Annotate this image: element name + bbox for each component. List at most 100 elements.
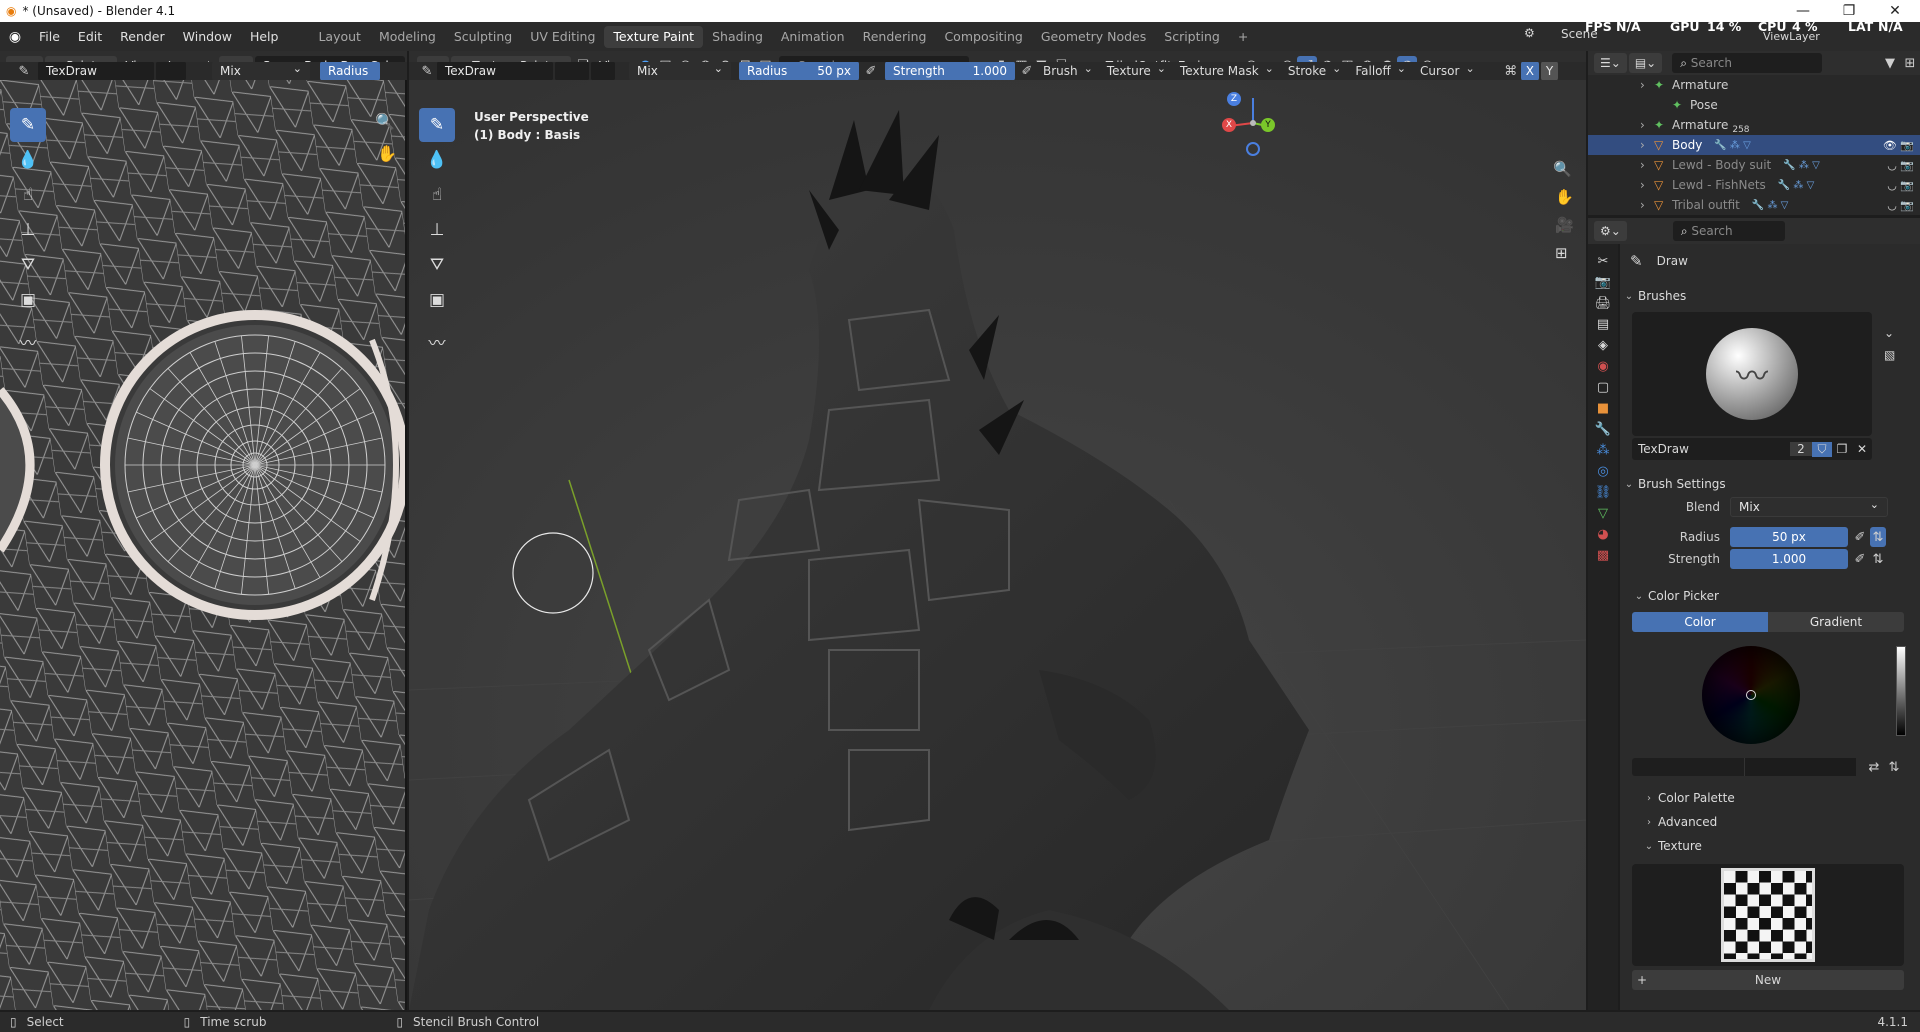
mirror-x-toggle[interactable]: X xyxy=(1520,62,1539,80)
expand-arrow-icon[interactable]: › xyxy=(1640,158,1654,172)
tab-scripting[interactable]: Scripting xyxy=(1155,26,1229,48)
ortho-grid-icon[interactable]: ⊞ xyxy=(1555,244,1568,262)
outliner-editor-type[interactable]: ☰⌄ xyxy=(1594,53,1627,73)
outliner-row[interactable]: › ▽ Lewd - Body suit 🔧 ⁂ ▽ ◡ 📷 xyxy=(1588,155,1920,175)
brush-icon[interactable]: ✎ xyxy=(417,62,437,80)
filter-icon[interactable]: ▼ xyxy=(1880,53,1900,73)
falloff-menu[interactable]: Falloff xyxy=(1349,62,1412,80)
uv-mask-tool[interactable]: ▣ xyxy=(10,283,46,317)
draw-tool[interactable]: ✎ xyxy=(419,108,455,142)
texture-tab-icon[interactable]: ▩ xyxy=(1597,548,1609,563)
tab-shading[interactable]: Shading xyxy=(703,26,772,48)
world-tab-icon[interactable]: ◉ xyxy=(1597,359,1608,374)
radius-pressure-icon[interactable]: ✐ xyxy=(1850,527,1870,547)
gizmo-x-axis[interactable]: X xyxy=(1222,118,1236,132)
brush-user-count[interactable]: 2 xyxy=(1790,442,1812,456)
fake-user-shield-icon[interactable]: ⛉ xyxy=(1812,441,1832,457)
tab-rendering[interactable]: Rendering xyxy=(854,26,936,48)
tab-animation[interactable]: Animation xyxy=(772,26,854,48)
render-tab-icon[interactable]: 📷 xyxy=(1595,275,1611,290)
view-layer-name[interactable]: ViewLayer xyxy=(1763,30,1820,43)
expand-arrow-icon[interactable]: › xyxy=(1640,138,1654,152)
visibility-eye-icon[interactable]: ◡ 📷 xyxy=(1887,159,1914,172)
output-tab-icon[interactable]: 🖨 xyxy=(1595,296,1612,311)
tool-tab-icon[interactable]: ✂ xyxy=(1598,254,1609,269)
scene-tab-icon[interactable]: ◈ xyxy=(1598,338,1608,353)
gradient-tab[interactable]: Gradient xyxy=(1768,612,1904,632)
tab-compositing[interactable]: Compositing xyxy=(935,26,1031,48)
hand-icon[interactable]: ✋ xyxy=(1555,188,1574,206)
brush-datablock-name[interactable]: TexDraw xyxy=(1632,442,1790,456)
data-tab-icon[interactable]: ▽ xyxy=(1598,506,1608,521)
secondary-color-swatch[interactable] xyxy=(1744,758,1856,776)
modifier-icons[interactable]: 🔧 ⁂ ▽ xyxy=(1783,160,1820,171)
outliner-row[interactable]: › ▽ Tribal outfit 🔧 ⁂ ▽ ◡ 📷 xyxy=(1588,195,1920,215)
advanced-section-header[interactable]: › Advanced xyxy=(1620,810,1920,834)
radius-unit-icon[interactable]: ⇅ xyxy=(1870,527,1886,547)
viewport-scene[interactable] xyxy=(409,80,1586,1010)
texture-menu[interactable]: Texture xyxy=(1101,62,1172,80)
tab-uv-editing[interactable]: UV Editing xyxy=(521,26,604,48)
texture-preview[interactable] xyxy=(1632,864,1904,966)
strength-pressure-icon[interactable]: ✐ xyxy=(1850,549,1870,569)
visibility-eye-icon[interactable]: 👁 📷 xyxy=(1883,139,1914,152)
brush-settings-section-header[interactable]: ⌄ Brush Settings xyxy=(1620,472,1920,496)
brush-menu[interactable]: Brush xyxy=(1037,62,1099,80)
modifier-icons[interactable]: 🔧 ⁂ ▽ xyxy=(1714,140,1751,151)
object-tab-icon[interactable]: ■ xyxy=(1597,401,1609,416)
modifier-icons[interactable]: 🔧 ⁂ ▽ xyxy=(1752,200,1789,211)
mask-tool[interactable]: ▣ xyxy=(419,283,455,317)
uv-soften-tool[interactable]: 💧 xyxy=(10,143,46,177)
brush-icon[interactable]: ✎ xyxy=(14,62,34,80)
properties-search-input[interactable]: ⌕ Search xyxy=(1672,221,1785,241)
visibility-eye-icon[interactable]: ◡ 📷 xyxy=(1887,199,1914,212)
texture-mask-menu[interactable]: Texture Mask xyxy=(1174,62,1280,80)
menu-help[interactable]: Help xyxy=(241,26,288,48)
uv-color-swatch[interactable] xyxy=(156,62,186,80)
uv-fill-tool[interactable]: ⛛ xyxy=(10,248,46,282)
strength-unit-icon[interactable]: ⇅ xyxy=(1870,549,1886,569)
radius-field[interactable]: Radius 50 px xyxy=(739,62,859,80)
cursor-menu[interactable]: Cursor xyxy=(1414,62,1481,80)
mirror-y-toggle[interactable]: Y xyxy=(1540,62,1559,80)
mirror-icon[interactable]: ⌘ xyxy=(1501,62,1521,80)
modifier-icons[interactable]: 🔧 ⁂ ▽ xyxy=(1778,180,1815,191)
outliner-row[interactable]: › ▽ Lewd - FishNets 🔧 ⁂ ▽ ◡ 📷 xyxy=(1588,175,1920,195)
pressure-icon[interactable]: ✐ xyxy=(861,62,881,80)
uv-smear-tool[interactable]: ☝ xyxy=(10,178,46,212)
camera-icon[interactable]: 🎥 xyxy=(1555,216,1574,234)
color-pressure-icon[interactable]: ⇅ xyxy=(1884,757,1904,777)
particles-tab-icon[interactable]: ⁂ xyxy=(1597,443,1610,458)
uv-editor-area[interactable]: ✎ 💧 ☝ ⊥ ⛛ ▣ 〰 🔍 ✋ xyxy=(0,80,407,1010)
brush-list-dropdown-icon[interactable]: ⌄ xyxy=(1884,326,1894,340)
menu-render[interactable]: Render xyxy=(111,26,174,48)
tab-texture-paint[interactable]: Texture Paint xyxy=(604,25,704,48)
uv-draw-tool[interactable]: ✎ xyxy=(10,108,46,142)
properties-editor-type[interactable]: ⚙⌄ xyxy=(1594,221,1627,241)
uv-clone-tool[interactable]: ⊥ xyxy=(10,213,46,247)
scene-icon[interactable]: ⚙ xyxy=(1524,26,1535,40)
swap-colors-icon[interactable]: ⇄ xyxy=(1864,757,1884,777)
add-workspace-button[interactable]: + xyxy=(1229,26,1257,48)
color-tab[interactable]: Color xyxy=(1632,612,1768,632)
expand-arrow-icon[interactable]: › xyxy=(1640,198,1654,212)
3d-viewport[interactable]: Z X Y User Perspective (1) Body : Basis … xyxy=(409,80,1586,1010)
brush-color-swatch[interactable] xyxy=(555,62,589,80)
zoom-icon[interactable]: 🔍 xyxy=(375,112,395,131)
unlink-icon[interactable]: ✕ xyxy=(1852,442,1872,456)
modifier-tab-icon[interactable]: 🔧 xyxy=(1595,422,1611,437)
color-picker-section-header[interactable]: ⌄ Color Picker xyxy=(1620,584,1920,608)
visibility-eye-icon[interactable]: ◡ 📷 xyxy=(1887,179,1914,192)
brush-preview[interactable]: 〰 xyxy=(1632,312,1872,436)
annotate-tool[interactable]: 〰 xyxy=(419,324,455,358)
view-layer-tab-icon[interactable]: ▤ xyxy=(1597,317,1609,332)
properties-strength-field[interactable]: 1.000 xyxy=(1730,549,1848,569)
brush-image-icon[interactable]: ▧ xyxy=(1884,348,1895,362)
blend-dropdown[interactable]: Mix xyxy=(629,62,731,80)
outliner-row[interactable]: › ✦ Armature 258 xyxy=(1588,115,1920,135)
uv-blend-dropdown[interactable]: Mix xyxy=(212,62,310,80)
duplicate-icon[interactable]: ❐ xyxy=(1832,442,1852,456)
uv-annotate-tool[interactable]: 〰 xyxy=(10,324,46,358)
tab-sculpting[interactable]: Sculpting xyxy=(445,26,521,48)
blender-menu-icon[interactable]: ◉ xyxy=(0,29,30,45)
